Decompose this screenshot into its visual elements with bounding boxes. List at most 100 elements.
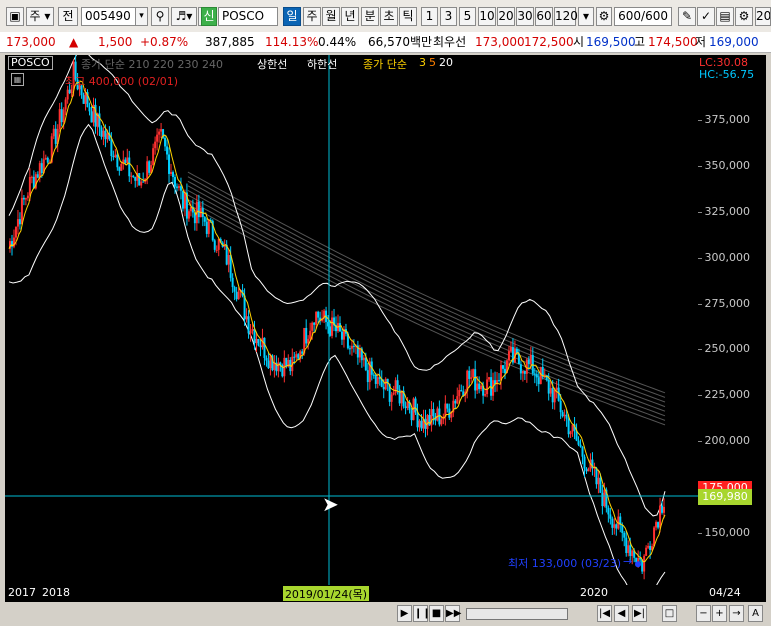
candle-body (237, 291, 240, 300)
candle-body (659, 505, 662, 528)
candle-body (62, 109, 65, 123)
scroll-end-icon[interactable]: ▶| (632, 605, 647, 622)
stop-icon[interactable]: ■ (429, 605, 444, 622)
low-price: 169,000 (709, 35, 759, 49)
period-minute-button[interactable]: 분 (361, 7, 379, 26)
tools-icon[interactable]: ✎ (678, 7, 696, 26)
save-icon[interactable]: ▤ (716, 7, 734, 26)
period-tick-button[interactable]: 틱 (399, 7, 417, 26)
candle-body (486, 379, 489, 395)
candle-body (52, 128, 55, 137)
candle-body (458, 390, 461, 397)
long-ma-line (187, 171, 666, 394)
candle-body (156, 134, 159, 142)
interval-button[interactable]: 5 (459, 7, 476, 26)
candle-body (203, 217, 206, 222)
best-bid: 172,500 (524, 35, 574, 49)
period-year-button[interactable]: 년 (341, 7, 359, 26)
gear-icon[interactable]: ⚙ (735, 7, 753, 26)
candle-body (428, 415, 431, 426)
arrow-right-icon[interactable]: → (729, 605, 744, 622)
chart-type-icon[interactable]: ▣ (6, 7, 24, 26)
candle-body (456, 396, 459, 404)
font-size-icon[interactable]: A (748, 605, 763, 622)
candle-body (661, 505, 664, 513)
market-type-select[interactable]: 주 ▾ (26, 7, 54, 26)
legend-upper-line: 상한선 (257, 58, 288, 71)
zoom-in-icon[interactable]: + (712, 605, 727, 622)
volume: 387,885 (205, 35, 255, 49)
candle-body (88, 107, 91, 112)
candle-body (187, 211, 190, 219)
speaker-icon[interactable]: ♬▾ (171, 7, 197, 26)
scroll-left-end-icon[interactable]: |◀ (597, 605, 612, 622)
candle-body (609, 514, 612, 519)
count-field[interactable]: 600/600 (614, 7, 672, 26)
candle-body (116, 154, 119, 168)
price-chart[interactable]: POSCO 종가 단순 210 220 230 240 상한선 하한선 종가 단… (5, 55, 698, 585)
search-icon[interactable]: ⚲ (151, 7, 169, 26)
toolbar: ▣ 주 ▾ 전 005490 ▾ ⚲ ♬▾ ⚲ 신 POSCO 일 주 월 년 … (0, 0, 771, 33)
period-day-button[interactable]: 일 (283, 7, 301, 26)
quote-bar: 173,000 ▲ 1,500 +0.87% 387,885 114.13% 0… (0, 32, 771, 53)
legend-ma-3: 3 (419, 56, 426, 69)
candle-body (110, 139, 113, 157)
candle-body (446, 403, 449, 409)
period-second-button[interactable]: 초 (380, 7, 398, 26)
candle-body (140, 181, 143, 186)
candle-body (38, 163, 41, 178)
stock-code-dropdown-icon[interactable]: ▾ (135, 7, 148, 26)
interval-button[interactable]: 60 (535, 7, 553, 26)
interval-button[interactable]: 20 (497, 7, 515, 26)
zoom-square-icon[interactable]: □ (662, 605, 677, 622)
candle-body (251, 328, 254, 331)
pause-icon[interactable]: ❙❙ (413, 605, 431, 622)
candle-body (317, 311, 320, 318)
candle-body (132, 175, 135, 177)
candle-body (173, 177, 176, 187)
price-axis: LC:30.08 HC:-56.75 375,000 350,000 325,000… (698, 55, 766, 585)
candle-body (569, 431, 572, 435)
check-icon[interactable]: ✓ (697, 7, 715, 26)
candle-body (293, 356, 296, 358)
current-price-tag: 169,980 (698, 489, 752, 505)
candle-body (233, 287, 236, 292)
candle-body (315, 311, 318, 325)
scroll-right-icon[interactable]: ▶ (397, 605, 412, 622)
interval-button[interactable]: 3 (440, 7, 457, 26)
candle-body (352, 345, 355, 347)
candle-body (438, 408, 441, 425)
interval-dropdown-icon[interactable]: ▾ (578, 7, 594, 26)
interval-button[interactable]: 10 (478, 7, 496, 26)
candle-body (90, 111, 93, 123)
candle-body (177, 186, 180, 188)
candle-body (128, 157, 131, 177)
fast-forward-icon[interactable]: ▶▶ (445, 605, 461, 622)
scroll-left-icon[interactable]: ◀ (614, 605, 629, 622)
low-arrow-icon: → (623, 555, 633, 568)
y-tick-mark (698, 211, 702, 213)
interval-button[interactable]: 30 (516, 7, 534, 26)
period-week-button[interactable]: 주 (303, 7, 321, 26)
low-marker (635, 561, 641, 568)
scroll-slider[interactable] (466, 608, 568, 620)
zoom-out-icon[interactable]: − (696, 605, 711, 622)
settings-small-icon[interactable]: ⚙ (596, 7, 612, 26)
chart-canvas[interactable] (5, 55, 698, 585)
table-icon[interactable]: ▦ (11, 73, 24, 86)
stock-name-field[interactable]: POSCO (218, 7, 278, 26)
prev-button[interactable]: 전 (58, 7, 78, 26)
current-price: 173,000 (6, 35, 56, 49)
interval-button[interactable]: 120 (554, 7, 578, 26)
period-month-button[interactable]: 월 (322, 7, 340, 26)
candle-body (265, 357, 268, 361)
candle-body (166, 146, 169, 155)
y-tick-mark (698, 257, 702, 259)
candle-body (257, 338, 260, 346)
candle-body (142, 181, 145, 183)
candle-body (527, 359, 530, 364)
candle-body (104, 130, 107, 140)
candle-body (301, 351, 304, 354)
candle-body (627, 545, 630, 554)
interval-button[interactable]: 1 (421, 7, 438, 26)
